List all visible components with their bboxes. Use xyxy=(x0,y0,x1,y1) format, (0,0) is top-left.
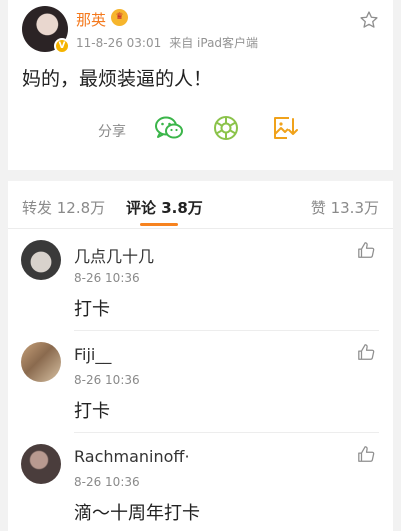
post-source: 来自 iPad客户端 xyxy=(169,36,259,50)
post-tabs: 转发 12.8万 评论 3.8万 赞 13.3万 xyxy=(8,181,393,229)
wechat-moments-icon[interactable] xyxy=(211,114,241,142)
post-timestamp: 11-8-26 03:01 xyxy=(76,36,162,50)
share-label: 分享 xyxy=(98,124,126,140)
star-outline-icon[interactable] xyxy=(359,10,379,30)
tab-reposts[interactable]: 转发 12.8万 xyxy=(22,197,105,218)
commenter-name[interactable]: 几点几十几 xyxy=(74,243,154,267)
tab-likes[interactable]: 赞 13.3万 xyxy=(311,197,379,218)
active-tab-indicator xyxy=(140,223,178,226)
verified-badge-icon: V xyxy=(54,38,70,54)
comment-time: 8-26 10:36 xyxy=(74,373,140,387)
commenter-name[interactable]: Rachmaninoff· xyxy=(74,447,190,466)
post-meta: 11-8-26 03:01 来自 iPad客户端 xyxy=(76,34,258,51)
comment-text: 打卡 xyxy=(74,401,110,422)
comment-time: 8-26 10:36 xyxy=(74,271,140,285)
save-image-icon[interactable] xyxy=(270,114,300,142)
comment-item[interactable]: Rachmaninoff· 8-26 10:36 滴～十周年打卡 xyxy=(8,433,393,531)
comment-item[interactable]: Fiji__ 8-26 10:36 打卡 xyxy=(8,331,393,433)
commenter-avatar[interactable] xyxy=(21,342,61,382)
commenter-avatar[interactable] xyxy=(21,240,61,280)
thumbs-up-icon[interactable] xyxy=(357,445,375,463)
commenter-name[interactable]: Fiji__ xyxy=(74,345,111,364)
crown-badge-icon: ♛ xyxy=(111,9,128,26)
thumbs-up-icon[interactable] xyxy=(357,343,375,361)
weibo-post-card: V 那英 ♛ 11-8-26 03:01 来自 iPad客户端 妈的，最烦装逼的人… xyxy=(8,0,393,170)
comment-time: 8-26 10:36 xyxy=(74,475,140,489)
comment-text: 滴～十周年打卡 xyxy=(74,503,200,524)
author-name[interactable]: 那英 xyxy=(76,9,106,30)
wechat-icon[interactable] xyxy=(154,114,184,142)
comment-item[interactable]: 几点几十几 8-26 10:36 打卡 xyxy=(8,229,393,331)
post-text: 妈的，最烦装逼的人！ xyxy=(22,68,213,90)
thumbs-up-icon[interactable] xyxy=(357,241,375,259)
comment-list: 几点几十几 8-26 10:36 打卡 Fiji__ 8-26 10:36 打卡… xyxy=(8,229,393,531)
commenter-avatar[interactable] xyxy=(21,444,61,484)
comment-text: 打卡 xyxy=(74,299,110,320)
tab-comments[interactable]: 评论 3.8万 xyxy=(126,197,203,218)
